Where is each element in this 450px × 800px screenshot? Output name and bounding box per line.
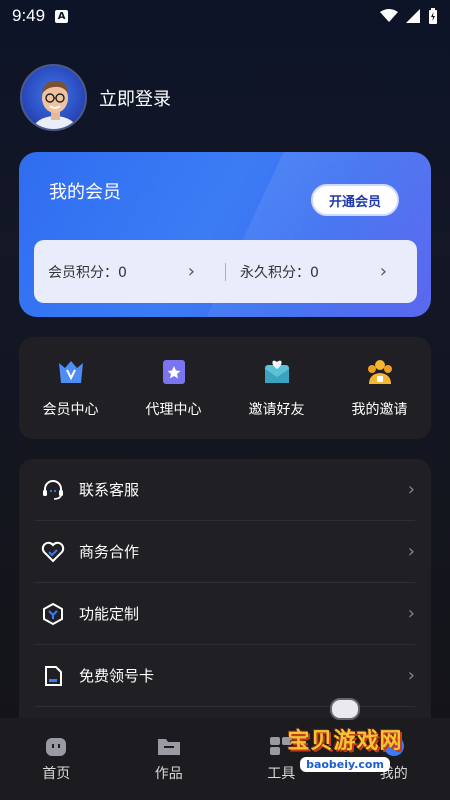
- permanent-points-label: 永久积分：0: [240, 264, 319, 281]
- menu-label: 联系客服: [79, 481, 140, 499]
- quick-item-my-invites[interactable]: 我的邀请: [332, 357, 427, 419]
- sim-card-icon: [45, 665, 62, 686]
- headset-icon: [43, 479, 63, 500]
- quick-item-member-center[interactable]: 会员中心: [23, 357, 118, 419]
- gamepad-icon: [330, 698, 360, 720]
- chevron-right-icon: ›: [187, 261, 195, 282]
- tab-label: 首页: [42, 766, 71, 782]
- tab-label: 作品: [154, 766, 183, 782]
- menu-item-free-sim[interactable]: 免费领号卡 ›: [35, 645, 415, 707]
- quick-item-agent-center[interactable]: 代理中心: [126, 357, 221, 419]
- menu-label: 商务合作: [79, 543, 140, 561]
- open-vip-button[interactable]: 开通会员: [311, 184, 399, 216]
- invite-envelope-icon: [264, 360, 289, 383]
- vip-crown-icon: [58, 361, 83, 383]
- home-icon: [46, 738, 67, 756]
- quick-label: 会员中心: [42, 402, 99, 418]
- avatar[interactable]: [20, 64, 87, 131]
- people-icon: [367, 360, 392, 384]
- tab-home[interactable]: 首页: [6, 735, 106, 783]
- vip-title: 我的会员: [49, 182, 121, 203]
- signal-icon: [406, 9, 420, 23]
- quick-label: 代理中心: [145, 402, 202, 418]
- chevron-right-icon: ›: [379, 261, 387, 282]
- profile-header[interactable]: 立即登录: [20, 64, 171, 131]
- menu-item-business[interactable]: 商务合作 ›: [35, 521, 415, 583]
- vip-card: 我的会员 开通会员 会员积分：0 › 永久积分：0 ›: [19, 152, 431, 317]
- status-bar: 9:49 A: [0, 0, 450, 32]
- wifi-icon: [380, 9, 398, 22]
- avatar-figure-icon: [33, 80, 77, 129]
- battery-icon: [429, 8, 437, 24]
- tab-works[interactable]: 作品: [119, 735, 219, 783]
- site-watermark: 宝贝游戏网 baobeiy.com: [270, 698, 420, 782]
- menu-label: 免费领号卡: [79, 667, 155, 685]
- handshake-icon: [41, 541, 65, 562]
- quick-actions: 会员中心 代理中心 邀请好友 我的邀请: [19, 337, 431, 439]
- menu-label: 功能定制: [79, 605, 140, 623]
- folder-icon: [157, 739, 180, 755]
- notification-a-icon: A: [55, 9, 69, 23]
- status-icons: [380, 8, 438, 24]
- hexagon-icon: [43, 602, 63, 625]
- chevron-right-icon: ›: [407, 665, 415, 686]
- member-points-item[interactable]: 会员积分：0 ›: [34, 261, 225, 282]
- watermark-url: baobeiy.com: [300, 756, 390, 772]
- quick-item-invite-friends[interactable]: 邀请好友: [229, 357, 324, 419]
- status-time: 9:49: [12, 6, 46, 25]
- quick-label: 邀请好友: [248, 402, 305, 418]
- quick-label: 我的邀请: [351, 402, 408, 418]
- watermark-title: 宝贝游戏网: [287, 728, 403, 754]
- member-points-label: 会员积分：0: [48, 264, 127, 281]
- login-link[interactable]: 立即登录: [99, 85, 171, 111]
- points-panel: 会员积分：0 › 永久积分：0 ›: [34, 240, 417, 303]
- agent-star-icon: [162, 360, 185, 384]
- chevron-right-icon: ›: [407, 479, 415, 500]
- menu-item-customization[interactable]: 功能定制 ›: [35, 583, 415, 645]
- permanent-points-item[interactable]: 永久积分：0 ›: [226, 261, 417, 282]
- chevron-right-icon: ›: [407, 603, 415, 624]
- chevron-right-icon: ›: [407, 541, 415, 562]
- menu-item-customer-service[interactable]: 联系客服 ›: [35, 459, 415, 521]
